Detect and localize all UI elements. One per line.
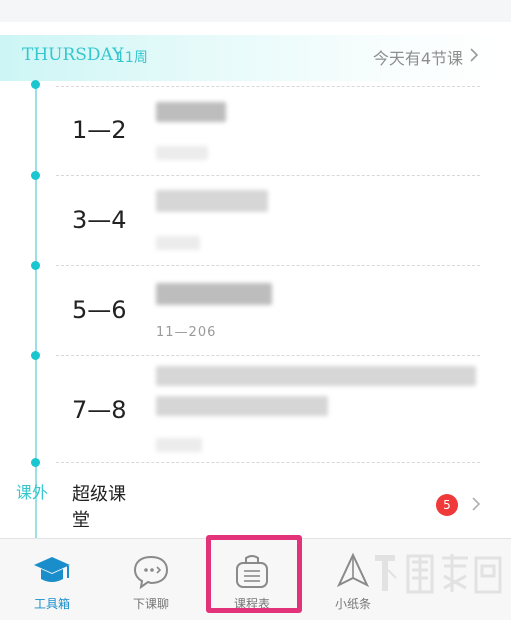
timeline-line (35, 84, 37, 540)
period-label: 1—2 (72, 116, 127, 144)
course-name-blurred (156, 366, 476, 386)
row-divider (56, 462, 480, 463)
timeline-dot (31, 351, 40, 360)
room-blurred (156, 236, 200, 250)
chevron-right-icon[interactable] (470, 496, 482, 512)
tab-label: 工具箱 (33, 597, 70, 611)
row-divider (56, 265, 480, 266)
day-header[interactable]: THURSDAY 11周 今天有4节课 (0, 35, 501, 81)
room-blurred (156, 146, 208, 160)
row-divider (56, 86, 480, 87)
paper-plane-icon (336, 552, 370, 588)
course-name-blurred (156, 283, 272, 305)
course-name-blurred (156, 190, 268, 212)
period-label: 3—4 (72, 206, 127, 234)
room-blurred (156, 438, 202, 452)
tab-toolbox[interactable]: 工具箱 (2, 539, 102, 617)
tab-chat[interactable]: 下课聊 (101, 539, 201, 617)
tab-label: 下课聊 (132, 597, 169, 611)
timeline-dot (31, 80, 40, 89)
extra-label: 课外 (16, 483, 49, 502)
extra-title: 超级课堂 (72, 484, 126, 531)
watermark-logo (375, 554, 502, 594)
course-name-blurred (156, 396, 328, 416)
period-label: 7—8 (72, 396, 127, 424)
week-number: 11周 (116, 50, 148, 66)
room-label: 11—206 (156, 325, 217, 340)
notification-badge: 5 (436, 494, 458, 516)
top-bar (0, 0, 511, 22)
graduation-cap-icon (34, 557, 70, 582)
tab-highlight-box (206, 535, 302, 613)
chevron-right-icon[interactable] (467, 47, 481, 63)
day-name: THURSDAY (22, 45, 124, 65)
schedule-screen: THURSDAY 11周 今天有4节课 1—2 3—4 5—6 11—206 7… (0, 0, 511, 620)
row-divider (56, 175, 480, 176)
timeline-dot (31, 261, 40, 270)
today-summary[interactable]: 今天有4节课 (373, 45, 463, 69)
timeline-dot (31, 171, 40, 180)
timeline-dot (31, 458, 40, 467)
course-name-blurred (156, 102, 226, 122)
period-label: 5—6 (72, 296, 127, 324)
chat-bubble-icon (133, 555, 169, 590)
row-divider (56, 355, 480, 356)
